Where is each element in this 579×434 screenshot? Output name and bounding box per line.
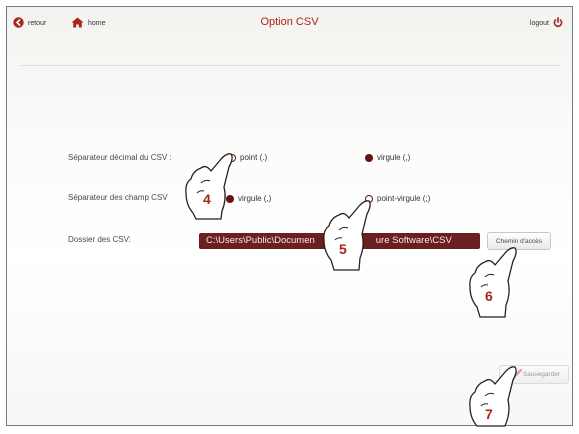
csv-folder-label: Dossier des CSV:	[68, 235, 131, 244]
callout-number: 6	[485, 288, 493, 304]
decimal-option-virgule[interactable]: virgule (,)	[365, 153, 410, 162]
app-window: retour home Option CSV logout Séparateur…	[6, 6, 573, 427]
tutorial-callout-6: 6	[465, 243, 521, 319]
header-divider	[19, 65, 560, 66]
top-bar: retour home Option CSV logout	[7, 7, 572, 37]
tutorial-callout-4: 4	[181, 149, 237, 221]
tutorial-callout-7: 7	[465, 362, 521, 427]
callout-number: 5	[339, 241, 347, 257]
decimal-option-point-label: point (.)	[240, 153, 268, 162]
page-title: Option CSV	[260, 16, 319, 28]
field-separator-label: Séparateur des champ CSV	[68, 193, 168, 202]
field-option-virgule-label: virgule (,)	[238, 194, 272, 203]
callout-number: 7	[485, 406, 493, 422]
save-label: Sauvegarder	[522, 371, 561, 378]
path-value-end: ure Software\CSV	[375, 235, 452, 246]
callout-number: 4	[203, 191, 211, 207]
power-icon	[553, 17, 563, 30]
logout-button[interactable]: logout	[530, 17, 563, 30]
field-option-point-virgule-label: point-virgule (;)	[377, 194, 431, 203]
logout-label: logout	[529, 20, 549, 27]
decimal-separator-label: Séparateur décimal du CSV :	[68, 153, 172, 162]
decimal-option-virgule-label: virgule (,)	[377, 153, 411, 162]
tutorial-callout-5: 5	[319, 196, 375, 272]
path-value-start: C:\Users\Public\Documen	[206, 235, 315, 246]
radio-button-selected[interactable]	[365, 153, 373, 162]
